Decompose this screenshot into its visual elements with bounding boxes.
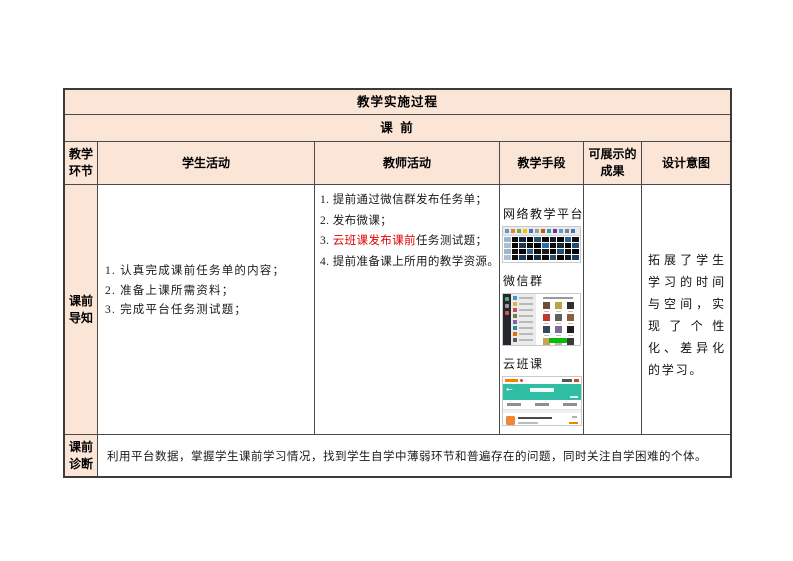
task-status-label [569,422,578,425]
table-title: 教学实施过程 [65,90,730,115]
carrier-logo [505,379,518,382]
document-page: 教学实施过程 课 前 教学 环节 学生活动 教师活动 教学手段 可展示的 成果 … [0,0,793,561]
platform-file-grid [503,236,580,261]
tool-label-wechat: 微信群 [503,272,581,289]
task-title-bar [518,417,552,420]
notification-dot [520,379,523,382]
wechat-sidebar-icons [503,294,511,345]
design-intent-text: 拓展了学生学习的时间与空间，实现了个性化、差异化的学习。 [648,249,726,381]
teacher-activities-cell: 1. 提前通过微信群发布任务单； 2. 发布微课； 3. 云班课发布课前任务测试… [315,185,500,435]
column-header-tools: 教学手段 [500,142,584,185]
task-text-lines [518,417,552,424]
filter-tab [507,403,521,406]
teacher-activity-item: 4. 提前准备课上所用的教学资源。 [320,252,496,273]
wechat-member-panel [536,294,580,345]
app-signin-link [570,396,578,399]
filter-tab [535,403,549,406]
wechat-group-screenshot-thumbnail [502,293,581,346]
label-daozhi-line2: 导知 [69,311,93,325]
more-dots-icon [572,416,577,418]
header-huanjie-line1: 教学 [69,147,93,161]
label-zhenduan-line1: 课前 [69,440,93,454]
platform-toolbar-icons [503,227,580,236]
task-icon [506,416,515,425]
teacher-activity-item: 1. 提前通过微信群发布任务单； [320,190,496,211]
showable-results-cell [584,185,642,435]
platform-screenshot-thumbnail [502,226,581,263]
column-header-student: 学生活动 [98,142,315,185]
status-time [562,379,572,382]
teaching-process-table: 教学实施过程 课 前 教学 环节 学生活动 教师活动 教学手段 可展示的 成果 … [63,88,732,478]
diagnosis-cell: 利用平台数据，掌握学生课前学习情况，找到学生自学中薄弱环节和普遍存在的问题，同时… [98,435,730,476]
student-activity-list: 1. 认真完成课前任务单的内容； 2. 准备上课所需资料； 3. 完成平台任务测… [105,262,308,321]
wechat-green-button [549,338,567,343]
app-status-bar [503,377,581,384]
tool-label-cloudclass: 云班课 [503,355,581,372]
teacher-activity-item: 2. 发布微课； [320,211,496,232]
app-title-bar [530,388,554,392]
battery-indicator [574,379,579,382]
task-date-bar [518,422,538,424]
wechat-chat-list [511,294,536,345]
app-filter-tabs [503,400,581,410]
app-nav-bar: ← [503,384,581,400]
header-show-line2: 成果 [600,164,624,178]
app-task-card [503,413,581,426]
teaching-tools-cell: 网络教学平台 微信群 云班课 [500,185,584,435]
column-header-huanjie: 教学 环节 [65,142,98,185]
design-intent-cell: 拓展了学生学习的时间与空间，实现了个性化、差异化的学习。 [642,185,730,435]
header-huanjie-line2: 环节 [69,164,93,178]
filter-tab [563,403,577,406]
student-activities-cell: 1. 认真完成课前任务单的内容； 2. 准备上课所需资料； 3. 完成平台任务测… [98,185,315,435]
back-arrow-icon: ← [506,385,513,394]
row-label-daozhi: 课前 导知 [65,185,98,435]
tool-label-platform: 网络教学平台 [503,205,581,222]
teacher-activity-item-highlighted: 3. 云班课发布课前任务测试题； [320,231,496,252]
label-daozhi-line1: 课前 [69,294,93,308]
column-header-show: 可展示的 成果 [584,142,642,185]
cloudclass-app-screenshot-thumbnail: ← [502,376,582,426]
student-activity-item: 3. 完成平台任务测试题； [105,301,308,321]
phase-header: 课 前 [65,115,730,142]
teacher-item3-red-text: 云班课发布课前 [333,235,416,247]
teacher-item3-rest: 任务测试题； [416,235,487,247]
column-header-teacher: 教师活动 [315,142,500,185]
wechat-group-name-bar [543,297,573,299]
label-zhenduan-line2: 诊断 [69,457,93,471]
header-show-line1: 可展示的 [588,147,636,161]
row-label-zhenduan: 课前 诊断 [65,435,98,476]
teacher-item3-number: 3. [320,235,333,247]
diagnosis-text: 利用平台数据，掌握学生课前学习情况，找到学生自学中薄弱环节和普遍存在的问题，同时… [107,448,707,464]
column-header-intent: 设计意图 [642,142,730,185]
student-activity-item: 1. 认真完成课前任务单的内容； [105,262,308,282]
student-activity-item: 2. 准备上课所需资料； [105,282,308,302]
